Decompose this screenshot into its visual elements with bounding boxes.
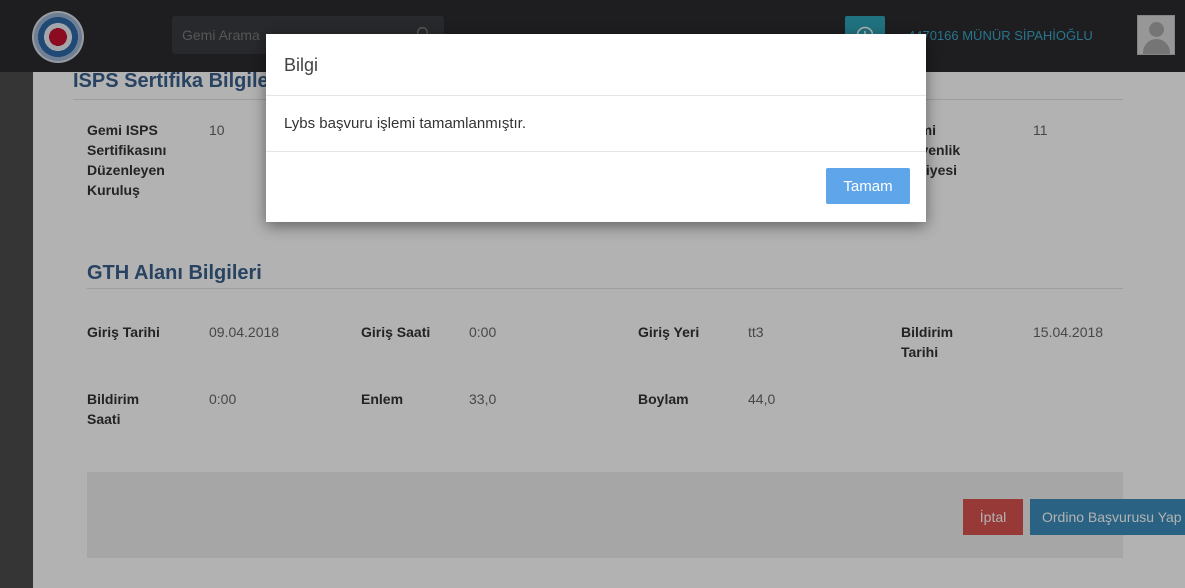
- modal-header: Bilgi: [266, 34, 926, 96]
- modal-message: Lybs başvuru işlemi tamamlanmıştır.: [284, 115, 527, 132]
- modal-body: Lybs başvuru işlemi tamamlanmıştır.: [266, 96, 926, 152]
- ok-button[interactable]: Tamam: [826, 168, 910, 204]
- info-modal: Bilgi Lybs başvuru işlemi tamamlanmıştır…: [266, 34, 926, 222]
- modal-title: Bilgi: [284, 55, 319, 75]
